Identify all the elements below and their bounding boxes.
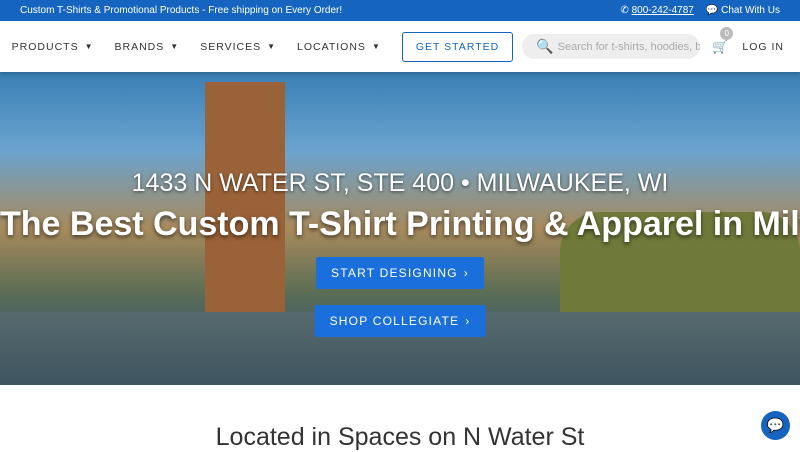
chevron-right-icon: › <box>463 266 469 280</box>
nav-products[interactable]: PRODUCTS ▼ <box>12 41 94 53</box>
chat-link[interactable]: 💬 Chat With Us <box>706 5 780 16</box>
hero-title: The Best Custom T-Shirt Printing & Appar… <box>0 205 800 243</box>
chevron-down-icon: ▼ <box>267 42 277 51</box>
get-started-button[interactable]: GET STARTED <box>401 31 514 62</box>
hero-address: 1433 N WATER ST, STE 400 • MILWAUKEE, WI <box>131 169 669 197</box>
chat-widget-button[interactable]: 💬 <box>761 411 790 440</box>
main-nav: PRODUCTS ▼ BRANDS ▼ SERVICES ▼ LOCATIONS ▼ G… <box>0 21 800 72</box>
chevron-right-icon: › <box>465 314 471 328</box>
phone-link[interactable]: ✆ 800-242-4787 <box>620 5 693 16</box>
login-link[interactable]: LOG IN <box>742 41 784 53</box>
chat-bubble-icon: 💬 <box>766 417 785 433</box>
promo-text: Custom T-Shirts & Promotional Products -… <box>20 5 343 16</box>
cart-icon: 🛒 <box>712 38 729 54</box>
nav-services[interactable]: SERVICES ▼ <box>200 41 276 53</box>
section-heading: Located in Spaces on N Water St <box>215 423 585 451</box>
search-input[interactable]: 🔍 Search for t-shirts, hoodies, ba <box>522 34 701 59</box>
hero-banner: 1433 N WATER ST, STE 400 • MILWAUKEE, WI… <box>0 72 800 385</box>
nav-brands[interactable]: BRANDS ▼ <box>115 41 180 53</box>
chat-icon: 💬 <box>705 5 719 16</box>
chevron-down-icon: ▼ <box>170 42 180 51</box>
chevron-down-icon: ▼ <box>371 42 381 51</box>
start-designing-button[interactable]: START DESIGNING › <box>316 257 484 289</box>
search-icon: 🔍 <box>536 38 554 54</box>
phone-icon: ✆ <box>620 5 629 16</box>
shop-collegiate-button[interactable]: SHOP COLLEGIATE › <box>314 305 486 337</box>
hero-image-building <box>205 82 285 322</box>
chevron-down-icon: ▼ <box>84 42 94 51</box>
nav-locations[interactable]: LOCATIONS ▼ <box>297 41 381 53</box>
cart-count-badge: 0 <box>720 26 734 40</box>
top-bar: Custom T-Shirts & Promotional Products -… <box>0 0 800 21</box>
cart-button[interactable]: 🛒 0 <box>712 26 734 55</box>
